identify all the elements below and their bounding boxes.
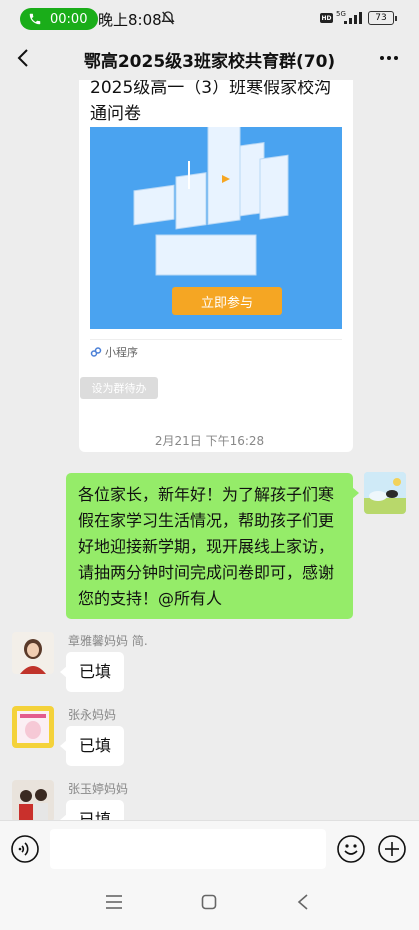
sender-name: 张永妈妈 <box>68 708 117 722</box>
avatar-image <box>12 706 54 748</box>
avatar[interactable] <box>12 706 54 748</box>
battery-indicator: 73 <box>368 11 397 25</box>
back-icon[interactable] <box>295 893 311 911</box>
status-bar: 00:00 晚上8:08 HD 5G 73 <box>0 0 419 36</box>
mini-program-footer: 小程序 <box>90 344 138 360</box>
outgoing-message-bubble[interactable]: 各位家长，新年好！为了解孩子们寒假在家学习生活情况，帮助孩子们更好地迎接新学期，… <box>66 473 359 619</box>
avatar[interactable] <box>12 780 54 820</box>
chat-title: 鄂高2025级3班家校共育群(70) <box>83 52 336 72</box>
home-icon[interactable] <box>201 894 217 910</box>
more-options-icon[interactable] <box>377 46 401 70</box>
message-bubble[interactable]: 已填 <box>59 726 125 766</box>
sender-name: 张玉婷妈妈 <box>68 782 129 796</box>
message-bubble[interactable]: 已填 <box>59 652 125 692</box>
chat-header: 鄂高2025级3班家校共育群(70) <box>0 36 419 80</box>
card-divider <box>90 339 342 340</box>
voice-input-icon[interactable] <box>10 834 40 864</box>
phone-icon <box>29 13 41 25</box>
mini-program-label: 小程序 <box>105 346 138 359</box>
avatar[interactable] <box>12 632 54 674</box>
set-group-todo-button[interactable]: 设为群待办 <box>80 377 158 399</box>
status-time: 晚上8:08 <box>98 11 162 29</box>
mini-program-icon <box>90 347 102 357</box>
message-timestamp: 2月21日 下午16:28 <box>154 434 265 448</box>
join-survey-button[interactable]: 立即参与 <box>172 287 282 315</box>
input-bar <box>0 820 419 876</box>
message-input[interactable] <box>50 829 326 869</box>
avatar-image <box>12 780 54 820</box>
system-nav-bar <box>0 876 419 930</box>
survey-banner-image: 立即参与 <box>90 119 342 329</box>
message-bubble[interactable]: 已填 <box>59 800 125 820</box>
chat-area: 2025级高一（3）班寒假家校沟通问卷 立即参与 小程序 设为群待办 2月21日… <box>0 80 419 820</box>
hd-badge: HD <box>320 13 333 23</box>
self-avatar[interactable] <box>364 472 406 514</box>
plus-icon[interactable] <box>377 834 407 864</box>
sender-name: 章雅馨妈妈 简. <box>68 634 148 648</box>
bell-mute-icon <box>161 11 175 25</box>
emoji-icon[interactable] <box>336 834 366 864</box>
menu-icon[interactable] <box>105 894 123 910</box>
signal-icon <box>344 12 362 24</box>
landscape-avatar-image <box>364 472 406 514</box>
call-timer: 00:00 <box>50 11 88 27</box>
ongoing-call-pill[interactable]: 00:00 <box>20 8 98 30</box>
mini-program-title: 2025级高一（3）班寒假家校沟通问卷 <box>90 80 332 124</box>
avatar-image <box>12 632 54 674</box>
